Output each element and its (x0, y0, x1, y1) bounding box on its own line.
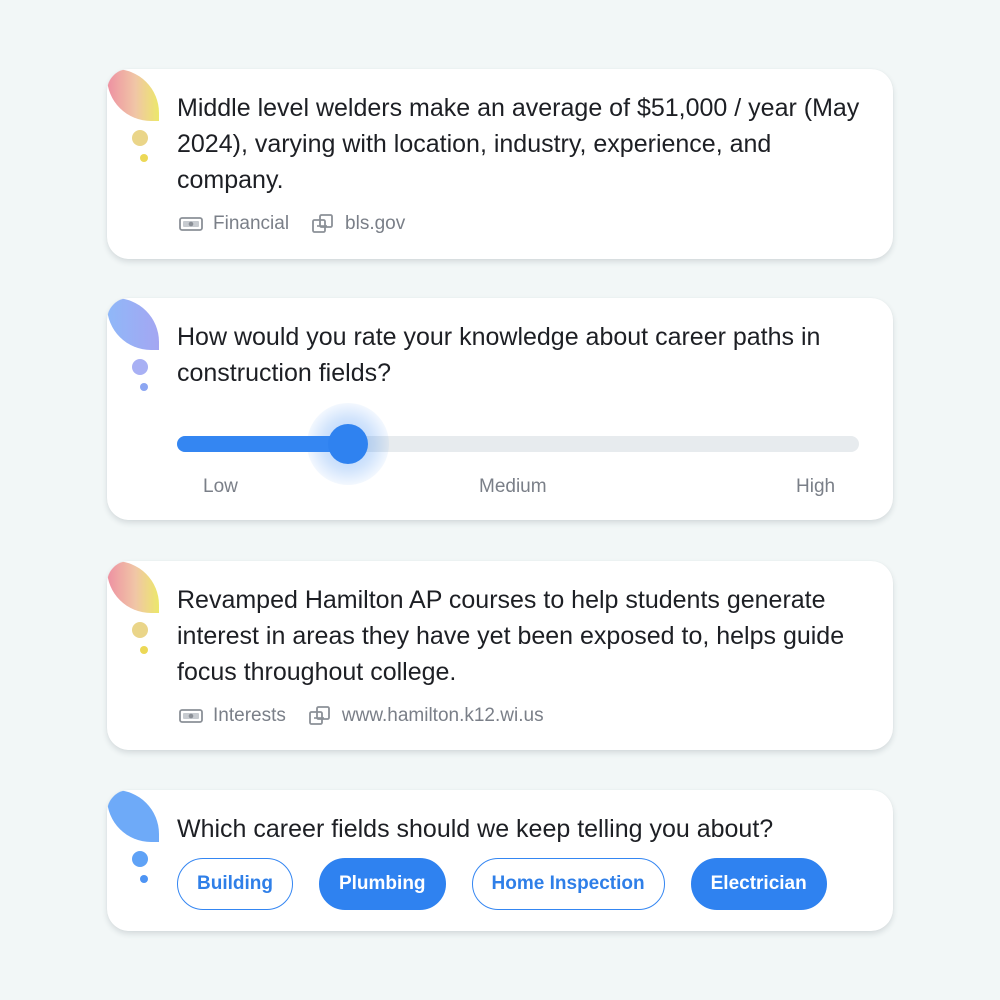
link-icon (312, 214, 333, 233)
slider-label-medium: Medium (479, 476, 547, 497)
link-icon (308, 706, 330, 725)
money-icon (179, 709, 203, 723)
source-link[interactable]: bls.gov (311, 213, 405, 235)
insight-text: Revamped Hamilton AP courses to help stu… (177, 586, 845, 686)
category-label: Financial (213, 213, 290, 234)
chip-plumbing[interactable]: Plumbing (318, 858, 446, 910)
slider-label-high: High (796, 476, 836, 497)
card-decoration (107, 790, 167, 910)
category-tag: Interests (179, 705, 286, 727)
source-link[interactable]: www.hamilton.k12.wi.us (308, 705, 544, 727)
question-card-knowledge: How would you rate your knowledge about … (107, 298, 893, 520)
slider-label-low: Low (203, 476, 238, 497)
card-decoration (107, 298, 167, 418)
question-card-fields: Which career fields should we keep telli… (107, 790, 893, 931)
insight-card-salary: Middle level welders make an average of … (107, 69, 893, 259)
source-label: bls.gov (345, 213, 406, 234)
chip-building[interactable]: Building (177, 858, 293, 910)
insight-text: Middle level welders make an average of … (177, 94, 860, 194)
card-decoration (107, 561, 167, 681)
question-text: How would you rate your knowledge about … (177, 323, 821, 387)
slider-labels: Low Medium High (177, 476, 859, 500)
chip-electrician[interactable]: Electrician (690, 858, 827, 910)
career-field-chips: Building Plumbing Home Inspection Electr… (177, 858, 853, 910)
slider-thumb[interactable] (327, 424, 368, 464)
category-tag: Financial (179, 213, 289, 235)
money-icon (179, 217, 203, 231)
category-label: Interests (213, 705, 286, 726)
insight-card-courses: Revamped Hamilton AP courses to help stu… (107, 561, 893, 750)
chip-home-inspection[interactable]: Home Inspection (471, 858, 665, 910)
question-text: Which career fields should we keep telli… (177, 815, 774, 843)
card-decoration (107, 69, 167, 189)
source-label: www.hamilton.k12.wi.us (341, 705, 544, 726)
knowledge-slider[interactable] (177, 403, 859, 485)
